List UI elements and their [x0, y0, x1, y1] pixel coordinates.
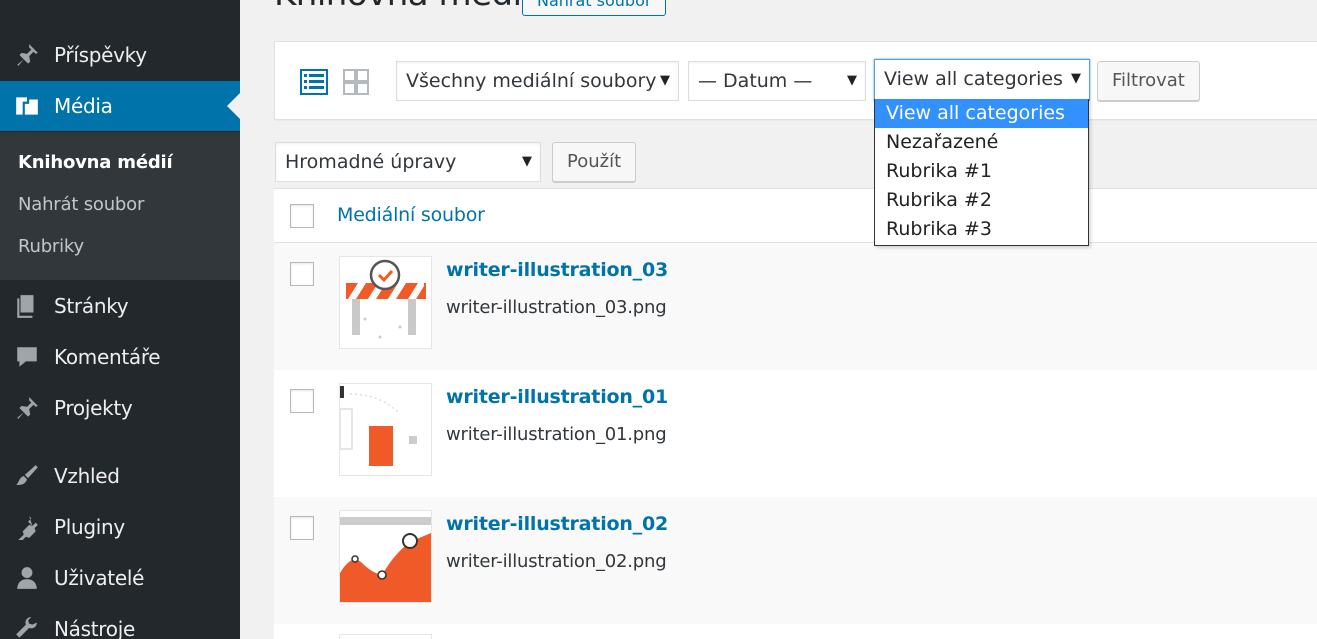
list-view-icon[interactable]: [299, 67, 329, 97]
wp-admin-app: Příspěvky Média Knihovna médií Nahrát so…: [0, 0, 1317, 639]
media-title-link[interactable]: writer-illustration_02: [446, 513, 668, 535]
thumbnail-image[interactable]: [339, 383, 432, 476]
media-type-select[interactable]: Všechny mediální soubory ▼: [396, 61, 679, 101]
submenu-item-categories[interactable]: Rubriky: [0, 226, 240, 268]
sidebar-item-label: Pluginy: [54, 515, 125, 539]
sidebar-item-label: Stránky: [54, 294, 129, 318]
media-title-link[interactable]: writer-illustration_03: [446, 259, 668, 281]
select-all-checkbox[interactable]: [290, 204, 314, 228]
sidebar-item-label: Vzhled: [54, 464, 120, 488]
sidebar-item-comments[interactable]: Komentáře: [0, 332, 240, 382]
row-checkbox[interactable]: [290, 516, 314, 540]
category-dropdown-list: View all categories Nezařazené Rubrika #…: [874, 99, 1089, 246]
thumbnail-image[interactable]: [339, 256, 432, 349]
media-filename: writer-illustration_01.png: [446, 424, 667, 445]
table-row: writer-illustration_01 writer-illustrati…: [274, 370, 1317, 497]
page-title: Knihovna médií: [274, 0, 531, 14]
submenu-item-library[interactable]: Knihovna médií: [0, 142, 240, 184]
sidebar-item-label: Příspěvky: [54, 43, 147, 67]
sidebar-item-label: Projekty: [54, 396, 133, 420]
plugin-icon: [14, 514, 40, 540]
main-content: Knihovna médií Nahrát soubor: [240, 0, 1317, 639]
select-value: — Datum —: [698, 70, 813, 92]
wrench-icon: [14, 616, 40, 639]
sidebar-item-tools[interactable]: Nástroje: [0, 604, 240, 639]
table-row: writer-illustration_03 writer-illustrati…: [274, 243, 1317, 370]
admin-sidebar: Příspěvky Média Knihovna médií Nahrát so…: [0, 0, 240, 639]
select-value: Hromadné úpravy: [285, 151, 457, 173]
media-filename: writer-illustration_02.png: [446, 551, 667, 572]
pin-icon: [14, 42, 40, 68]
date-select[interactable]: — Datum — ▼: [688, 61, 866, 101]
thumbnail-image[interactable]: [339, 510, 432, 603]
table-row: writer-illustration_02 writer-illustrati…: [274, 497, 1317, 624]
media-submenu: Knihovna médií Nahrát soubor Rubriky: [0, 132, 240, 280]
category-option-uncategorized[interactable]: Nezařazené: [875, 128, 1088, 157]
bulk-actions-select[interactable]: Hromadné úpravy ▼: [275, 142, 541, 182]
chevron-down-icon: ▼: [522, 154, 532, 169]
sidebar-item-label: Média: [54, 94, 113, 118]
sidebar-item-projects[interactable]: Projekty: [0, 383, 240, 433]
category-option-3[interactable]: Rubrika #3: [875, 215, 1088, 244]
sidebar-item-label: Uživatelé: [54, 566, 145, 590]
sidebar-item-pages[interactable]: Stránky: [0, 281, 240, 331]
brush-icon: [14, 463, 40, 489]
chevron-down-icon: ▼: [1071, 71, 1081, 86]
submenu-item-upload[interactable]: Nahrát soubor: [0, 184, 240, 226]
chevron-down-icon: ▼: [660, 73, 670, 88]
category-select[interactable]: View all categories ▼: [874, 59, 1090, 101]
sidebar-item-label: Nástroje: [54, 617, 135, 639]
sidebar-item-label: Komentáře: [54, 345, 161, 369]
sidebar-item-posts[interactable]: Příspěvky: [0, 30, 240, 80]
filter-button[interactable]: Filtrovat: [1097, 61, 1200, 101]
media-icon: [14, 93, 40, 119]
chevron-down-icon: ▼: [847, 73, 857, 88]
pin-icon: [14, 395, 40, 421]
sidebar-item-media[interactable]: Média: [0, 81, 240, 131]
thumbnail-image[interactable]: [339, 634, 432, 639]
add-new-button[interactable]: Nahrát soubor: [522, 0, 667, 16]
comment-icon: [14, 344, 40, 370]
sidebar-item-users[interactable]: Uživatelé: [0, 553, 240, 603]
select-value: Všechny mediální soubory: [406, 70, 657, 92]
table-header: Mediální soubor: [274, 189, 1317, 243]
category-option-1[interactable]: Rubrika #1: [875, 157, 1088, 186]
user-icon: [14, 565, 40, 591]
row-checkbox[interactable]: [290, 389, 314, 413]
media-list-table: Mediální soubor writer-illustration_03 w…: [274, 188, 1317, 639]
apply-button[interactable]: Použít: [552, 142, 637, 182]
media-filename: writer-illustration_03.png: [446, 297, 667, 318]
column-header-file[interactable]: Mediální soubor: [337, 204, 485, 226]
row-checkbox[interactable]: [290, 262, 314, 286]
category-option-2[interactable]: Rubrika #2: [875, 186, 1088, 215]
grid-view-icon[interactable]: [341, 67, 371, 97]
category-option-all[interactable]: View all categories: [875, 99, 1088, 128]
sidebar-item-plugins[interactable]: Pluginy: [0, 502, 240, 552]
sidebar-item-appearance[interactable]: Vzhled: [0, 451, 240, 501]
media-title-link[interactable]: writer-illustration_01: [446, 386, 668, 408]
media-toolbar: Všechny mediální soubory ▼ — Datum — ▼ V…: [274, 41, 1317, 120]
select-value: View all categories: [884, 68, 1063, 90]
pages-icon: [14, 293, 40, 319]
